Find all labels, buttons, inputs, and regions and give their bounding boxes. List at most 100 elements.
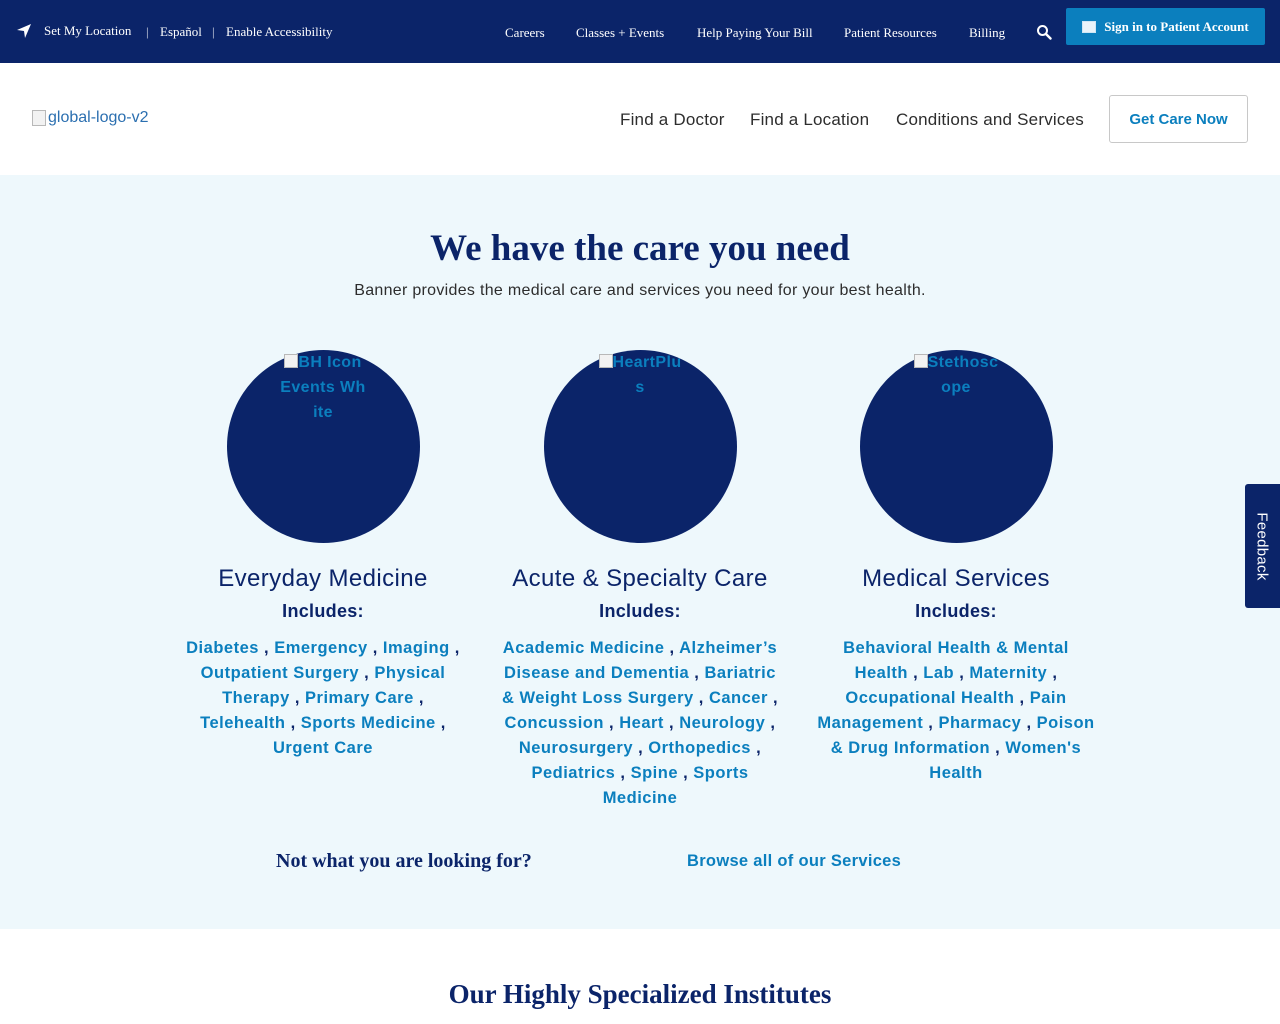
section-subtitle: Banner provides the medical care and ser… — [354, 282, 926, 299]
service-link[interactable]: Outpatient Surgery — [201, 664, 359, 682]
nav-classes-events[interactable]: Classes + Events — [576, 25, 664, 41]
link-separator: , — [990, 739, 1006, 757]
broken-image-icon — [32, 110, 46, 126]
enable-accessibility-link[interactable]: Enable Accessibility — [226, 24, 333, 40]
link-separator: , — [633, 739, 649, 757]
service-link[interactable]: Lab — [923, 664, 954, 682]
column-title: Everyday Medicine — [218, 565, 428, 592]
heart-plus-icon: HeartPlus — [543, 350, 737, 543]
espanol-link[interactable]: Español — [160, 24, 202, 40]
site-logo[interactable]: global-logo-v2 — [32, 109, 149, 127]
link-separator: , — [1021, 714, 1037, 732]
link-separator: , — [954, 664, 970, 682]
service-link[interactable]: Pediatrics — [531, 764, 615, 782]
user-icon — [1082, 20, 1097, 33]
link-separator: , — [615, 764, 631, 782]
service-link[interactable]: Imaging — [383, 639, 450, 657]
service-link[interactable]: Urgent Care — [273, 739, 373, 757]
icon-alt-text: HeartPlus — [595, 350, 685, 400]
service-link[interactable]: Pharmacy — [938, 714, 1021, 732]
separator: | — [146, 24, 149, 39]
service-link[interactable]: Diabetes — [186, 639, 259, 657]
includes-label: Includes: — [599, 601, 681, 621]
service-links: Diabetes , Emergency , Imaging , Outpati… — [183, 636, 463, 761]
link-separator: , — [285, 714, 301, 732]
service-link[interactable]: Academic Medicine — [503, 639, 665, 657]
link-separator: , — [678, 764, 694, 782]
link-separator: , — [435, 714, 446, 732]
search-icon[interactable] — [1036, 24, 1052, 40]
includes-label: Includes: — [915, 601, 997, 621]
link-separator: , — [413, 689, 424, 707]
broken-image-icon — [284, 354, 299, 368]
feedback-tab[interactable]: Feedback — [1245, 484, 1280, 608]
column-title: Medical Services — [862, 565, 1050, 592]
service-link[interactable]: Spine — [631, 764, 678, 782]
events-icon: BH Icon Events White — [226, 350, 420, 543]
service-link[interactable]: Cancer — [709, 689, 768, 707]
link-separator: , — [923, 714, 939, 732]
section-title: We have the care you need — [430, 228, 850, 269]
care-column-everyday: BH Icon Events White Everyday Medicine I… — [178, 350, 468, 761]
link-separator: , — [367, 639, 383, 657]
service-link[interactable]: Concussion — [505, 714, 604, 732]
care-column-acute: HeartPlus Acute & Specialty Care Include… — [495, 350, 785, 811]
link-separator: , — [1014, 689, 1030, 707]
nav-find-a-doctor[interactable]: Find a Doctor — [620, 110, 725, 130]
nav-find-a-location[interactable]: Find a Location — [750, 110, 869, 130]
link-separator: , — [449, 639, 460, 657]
browse-all-services-link[interactable]: Browse all of our Services — [687, 852, 901, 871]
nav-billing[interactable]: Billing — [969, 25, 1005, 41]
link-separator: , — [289, 689, 306, 707]
link-separator: , — [359, 664, 375, 682]
nav-help-paying-bill[interactable]: Help Paying Your Bill — [697, 25, 813, 41]
link-separator: , — [908, 664, 924, 682]
utility-bar: Set My Location | Español | Enable Acces… — [0, 0, 1280, 63]
service-link[interactable]: Primary Care — [305, 689, 414, 707]
link-separator: , — [750, 739, 762, 757]
feedback-label: Feedback — [1254, 511, 1271, 581]
service-link[interactable]: Neurosurgery — [519, 739, 633, 757]
link-separator: , — [258, 639, 275, 657]
service-link[interactable]: Orthopedics — [648, 739, 751, 757]
link-separator: , — [603, 714, 620, 732]
service-link[interactable]: Occupational Health — [845, 689, 1014, 707]
icon-alt-text: BH Icon Events White — [280, 354, 366, 421]
care-column-medical: Stethoscope Medical Services Includes: B… — [811, 350, 1101, 786]
nav-careers[interactable]: Careers — [505, 25, 545, 41]
logo-alt-text: global-logo-v2 — [48, 109, 149, 126]
service-link[interactable]: Telehealth — [200, 714, 285, 732]
service-link[interactable]: Heart — [619, 714, 664, 732]
nav-conditions-and-services[interactable]: Conditions and Services — [896, 110, 1084, 130]
link-separator: , — [693, 689, 709, 707]
service-link[interactable]: Sports Medicine — [301, 714, 436, 732]
broken-image-icon — [598, 354, 613, 368]
link-separator: , — [765, 714, 776, 732]
link-separator: , — [1047, 664, 1058, 682]
care-section: We have the care you need Banner provide… — [0, 175, 1280, 929]
service-links: Academic Medicine , Alzheimer’s Disease … — [500, 636, 780, 811]
sign-in-label: Sign in to Patient Account — [1104, 18, 1249, 34]
sign-in-patient-account-button[interactable]: Sign in to Patient Account — [1066, 8, 1265, 45]
nav-patient-resources[interactable]: Patient Resources — [844, 25, 937, 41]
link-separator: , — [767, 689, 779, 707]
link-separator: , — [663, 714, 680, 732]
set-location-link[interactable]: Set My Location — [16, 23, 131, 39]
separator: | — [212, 24, 215, 39]
includes-label: Includes: — [282, 601, 364, 621]
service-link[interactable]: Maternity — [969, 664, 1047, 682]
broken-image-icon — [913, 354, 928, 368]
service-links: Behavioral Health & Mental Health , Lab … — [816, 636, 1096, 786]
link-separator: , — [664, 639, 680, 657]
get-care-now-button[interactable]: Get Care Now — [1109, 95, 1248, 143]
main-header: global-logo-v2 Find a Doctor Find a Loca… — [0, 63, 1280, 175]
stethoscope-icon: Stethoscope — [859, 350, 1053, 543]
set-location-label: Set My Location — [44, 23, 132, 38]
service-link[interactable]: Emergency — [274, 639, 367, 657]
location-arrow-icon — [17, 24, 31, 38]
icon-alt-text: Stethoscope — [911, 350, 1001, 400]
service-link[interactable]: Neurology — [679, 714, 765, 732]
link-separator: , — [689, 664, 705, 682]
column-title: Acute & Specialty Care — [512, 565, 768, 592]
not-what-looking-for: Not what you are looking for? — [276, 850, 532, 872]
